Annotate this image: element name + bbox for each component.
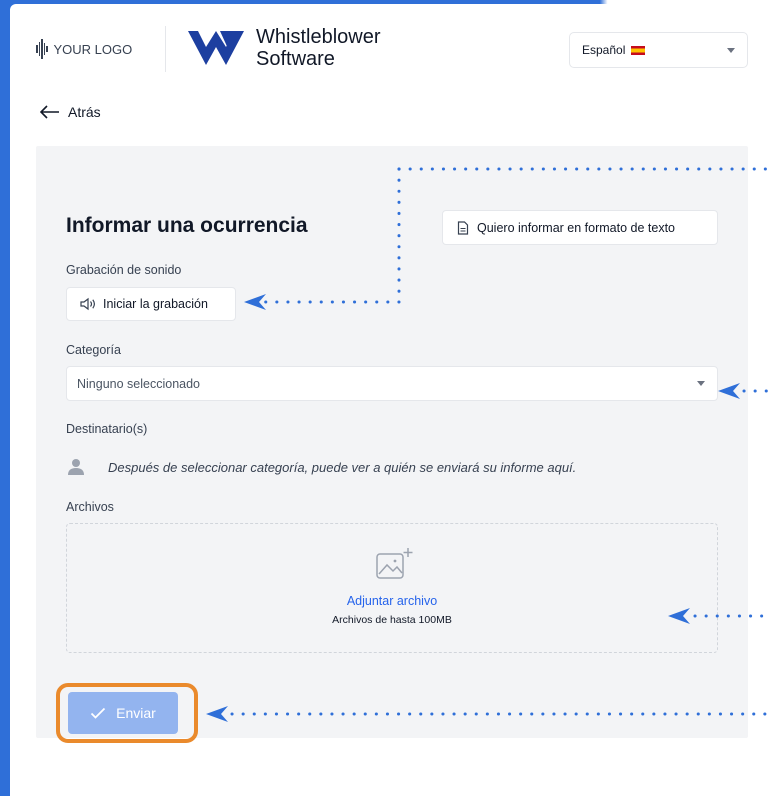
chevron-down-icon: [727, 47, 735, 53]
record-button-label: Iniciar la grabación: [103, 297, 208, 311]
brand-logo-icon: [188, 31, 244, 65]
image-plus-icon: [376, 548, 413, 579]
sound-label: Grabación de sonido: [66, 263, 182, 277]
submit-button-label: Enviar: [116, 705, 156, 721]
your-logo: YOUR LOGO: [36, 38, 132, 60]
files-label: Archivos: [66, 500, 114, 514]
file-dropzone[interactable]: Adjuntar archivo Archivos de hasta 100MB: [66, 523, 718, 653]
spain-flag-icon: [631, 46, 646, 56]
text-format-button[interactable]: Quiero informar en formato de texto: [442, 210, 718, 245]
document-icon: [457, 220, 469, 235]
brand-name-line2: Software: [256, 48, 335, 70]
arrow-left-icon: [40, 105, 59, 119]
category-label: Categoría: [66, 343, 121, 357]
your-logo-text: YOUR LOGO: [53, 41, 133, 57]
recipients-hint: Después de seleccionar categoría, puede …: [108, 459, 577, 475]
user-icon: [68, 459, 84, 475]
recipients-label: Destinatario(s): [66, 422, 148, 436]
text-format-button-label: Quiero informar en formato de texto: [477, 220, 676, 235]
brand-logo: Whistleblower Software: [186, 26, 380, 70]
category-select[interactable]: Ninguno seleccionado: [66, 366, 718, 401]
back-label: Atrás: [68, 104, 101, 120]
chevron-down-icon: [697, 381, 705, 386]
attach-limit-text: Archivos de hasta 100MB: [332, 614, 452, 626]
logo-bars-icon: [36, 38, 48, 60]
check-icon: [91, 707, 106, 719]
record-button[interactable]: Iniciar la grabación: [66, 287, 236, 321]
brand-name-line1: Whistleblower: [256, 26, 381, 48]
header-divider: [165, 26, 166, 72]
language-value: Español: [582, 43, 646, 57]
recipients-hint-row: Después de seleccionar categoría, puede …: [66, 458, 576, 476]
category-value: Ninguno seleccionado: [77, 376, 201, 391]
page-title: Informar una ocurrencia: [66, 214, 308, 237]
attach-file-link[interactable]: Adjuntar archivo: [67, 594, 717, 608]
speaker-icon: [80, 297, 95, 311]
submit-button[interactable]: Enviar: [68, 692, 178, 734]
back-link[interactable]: Atrás: [40, 104, 101, 120]
language-select[interactable]: Español: [569, 32, 748, 68]
